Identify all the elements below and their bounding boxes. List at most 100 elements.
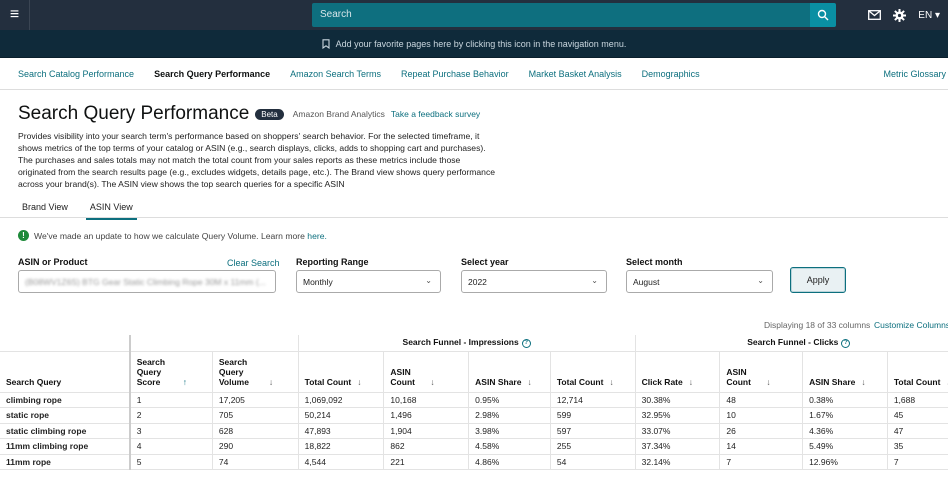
col-header-query-score[interactable]: Search Query Score ↑ [129, 351, 213, 393]
col-header-next-total[interactable]: Total Count↓ [886, 351, 948, 393]
table-cell: 599 [549, 407, 636, 424]
col-label: Total Count [556, 376, 604, 387]
table-cell: 26 [719, 423, 803, 439]
search-query-cell: 11mm rope [0, 454, 131, 470]
search-query-cell: climbing rope [0, 392, 131, 408]
sort-icon[interactable]: ↓ [609, 377, 613, 387]
sort-ascending-icon[interactable]: ↑ [183, 377, 187, 387]
table-cell: 47,893 [297, 423, 384, 439]
clear-search-link[interactable]: Clear Search [227, 258, 280, 268]
table-cell: 10,168 [383, 392, 469, 408]
sort-icon[interactable]: ↓ [430, 377, 434, 387]
col-header-clicks-asin-share[interactable]: ASIN Share ↓ [802, 351, 888, 393]
col-header-search-query[interactable]: Search Query [0, 351, 131, 393]
group-header-impressions: Search Funnel - Impressions? [297, 335, 636, 352]
top-icons: EN ▾ [868, 0, 940, 30]
table-cell: 3 [129, 423, 213, 439]
info-alert-icon: ! [18, 230, 29, 241]
table-cell: 0.95% [468, 392, 551, 408]
table-cell: 5 [129, 454, 213, 470]
sort-icon[interactable]: ↓ [861, 377, 865, 387]
col-label: Search Query [6, 376, 62, 387]
group-header-blank [0, 335, 131, 352]
table-cell: 4 [129, 438, 213, 455]
nav-search-query-performance[interactable]: Search Query Performance [144, 69, 280, 79]
hamburger-menu-icon[interactable]: ≡ [0, 0, 30, 30]
reporting-range-select[interactable]: Monthly ⌄ [296, 270, 441, 293]
table-cell: 3.98% [468, 423, 551, 439]
table-cell: 705 [211, 407, 299, 424]
sort-icon[interactable]: ↓ [689, 377, 693, 387]
gear-icon[interactable] [893, 8, 907, 22]
table-cell: 35 [886, 438, 948, 455]
table-cell: 37.34% [634, 438, 720, 455]
table-cell: 1,496 [383, 407, 469, 424]
col-header-impressions-asin-share[interactable]: ASIN Share ↓ [468, 351, 551, 393]
nav-search-catalog-performance[interactable]: Search Catalog Performance [8, 69, 144, 79]
sort-icon[interactable]: ↓ [269, 377, 273, 387]
table-cell: 1,904 [383, 423, 469, 439]
language-selector[interactable]: EN ▾ [918, 10, 940, 21]
col-header-clicks-total[interactable]: Total Count ↓ [549, 351, 636, 393]
table-row[interactable]: static climbing rope 3 628 47,893 1,904 3.98%… [0, 423, 948, 439]
help-icon[interactable]: ? [841, 339, 851, 349]
col-label: Total Count [304, 376, 352, 387]
page-title: Search Query Performance [18, 103, 250, 124]
nav-demographics[interactable]: Demographics [632, 69, 710, 79]
table-cell: 1,069,092 [297, 392, 384, 408]
search-query-cell: static climbing rope [0, 423, 131, 439]
divider [0, 217, 948, 218]
table-row[interactable]: climbing rope 1 17,205 1,069,092 10,168 0.95%… [0, 392, 948, 408]
report-nav: Search Catalog Performance Search Query … [0, 58, 948, 90]
reporting-range-label: Reporting Range [296, 257, 369, 267]
table-cell: 33.07% [634, 423, 720, 439]
help-icon[interactable]: ? [521, 339, 531, 349]
select-month-label: Select month [626, 257, 683, 267]
col-header-impressions-total[interactable]: Total Count ↓ [297, 351, 384, 393]
results-table: Search Funnel - Impressions? Search Funn… [0, 335, 948, 477]
search-button[interactable] [810, 3, 836, 27]
col-header-query-volume[interactable]: Search Query Volume ↓ [211, 351, 299, 393]
table-cell: 4.36% [802, 423, 888, 439]
year-select[interactable]: 2022 ⌄ [461, 270, 607, 293]
table-row[interactable]: 11mm climbing rope 4 290 18,822 862 4.58% 255 3… [0, 438, 948, 455]
nav-repeat-purchase-behavior[interactable]: Repeat Purchase Behavior [391, 69, 519, 79]
table-cell: 4,544 [297, 454, 384, 470]
chevron-down-icon: ⌄ [757, 276, 764, 285]
group-clicks-label: Search Funnel - Clicks [747, 337, 839, 348]
table-cell: 255 [549, 438, 636, 455]
sort-icon[interactable]: ↓ [766, 377, 770, 387]
table-row[interactable]: static rope 2 705 50,214 1,496 2.98% 599 32.95%… [0, 407, 948, 424]
col-label: Total Count [893, 376, 941, 387]
col-header-impressions-asin-count[interactable]: ASIN Count ↓ [383, 351, 469, 393]
asin-search-value: (B08WV1Z6S) BTG Gear Static Climbing Rop… [25, 277, 266, 287]
sort-icon[interactable]: ↓ [527, 377, 531, 387]
global-search-input[interactable]: Search [312, 3, 810, 27]
nav-market-basket-analysis[interactable]: Market Basket Analysis [519, 69, 632, 79]
table-row[interactable]: 11mm rope 5 74 4,544 221 4.86% 54 32.14% 7 12.96%… [0, 454, 948, 470]
nav-metric-glossary[interactable]: Metric Glossary [873, 69, 948, 79]
page-description: Provides visibility into your search ter… [18, 131, 496, 189]
nav-amazon-search-terms[interactable]: Amazon Search Terms [280, 69, 391, 79]
col-label: ASIN Share [475, 376, 522, 387]
table-cell: 7 [886, 454, 948, 470]
customize-columns-link[interactable]: Customize Columns [874, 320, 948, 330]
mail-icon[interactable] [868, 10, 882, 20]
table-cell: 4.86% [468, 454, 551, 470]
table-cell: 45 [886, 407, 948, 424]
asin-search-input[interactable]: (B08WV1Z6S) BTG Gear Static Climbing Rop… [18, 270, 276, 293]
month-select[interactable]: August ⌄ [626, 270, 773, 293]
chevron-down-icon: ⌄ [425, 276, 432, 285]
table-cell: 48 [719, 392, 803, 408]
col-header-click-rate[interactable]: Click Rate ↓ [634, 351, 720, 393]
month-value: August [633, 277, 660, 287]
notice-learn-more-link[interactable]: here. [307, 231, 327, 241]
top-bar: ≡ Search EN ▾ [0, 0, 948, 30]
feedback-survey-link[interactable]: Take a feedback survey [391, 109, 480, 119]
reporting-range-value: Monthly [303, 277, 333, 287]
apply-button[interactable]: Apply [790, 267, 846, 293]
sort-icon[interactable]: ↓ [357, 377, 361, 387]
asin-filter-label: ASIN or Product [18, 257, 88, 267]
table-cell: 18,822 [297, 438, 384, 455]
col-header-clicks-asin-count[interactable]: ASIN Count ↓ [719, 351, 803, 393]
